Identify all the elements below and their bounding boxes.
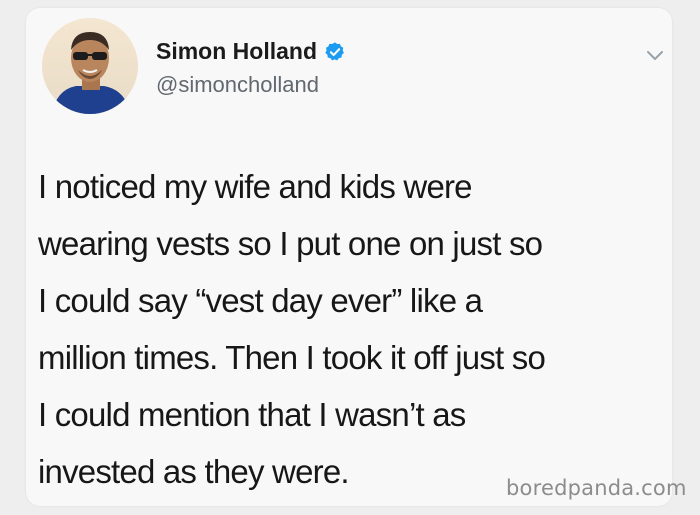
user-handle[interactable]: @simoncholland [156, 72, 319, 98]
chevron-down-icon[interactable] [644, 44, 666, 66]
tweet-line: I noticed my wife and kids were [38, 168, 473, 205]
watermark: boredpanda.com [506, 476, 687, 500]
display-name[interactable]: Simon Holland [156, 38, 317, 65]
avatar[interactable] [42, 18, 138, 114]
tweet-line: million times. Then I took it off just s… [38, 339, 546, 376]
name-row: Simon Holland [156, 38, 346, 65]
verified-badge-icon [325, 41, 344, 60]
tweet-line: I could say “vest day ever” like a [38, 282, 483, 319]
tweet-card[interactable]: Simon Holland @simoncholland I noticed m… [26, 8, 686, 506]
avatar-photo [42, 18, 138, 114]
tweet-line: wearing vests so I put one on just so [38, 225, 543, 262]
tweet-text: I noticed my wife and kids were wearing … [38, 158, 668, 500]
tweet-line: I could mention that I wasn’t as [38, 396, 466, 433]
